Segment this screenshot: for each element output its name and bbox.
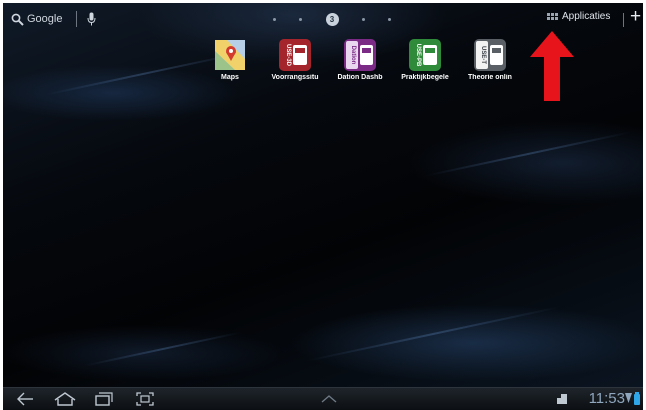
screenshot-icon[interactable]: [136, 392, 154, 406]
page-dot[interactable]: [388, 17, 391, 21]
page-dot-active[interactable]: 3: [325, 12, 339, 26]
search-icon: [11, 13, 24, 26]
wallpaper-streak: [305, 305, 561, 363]
shortcut-maps[interactable]: Maps: [200, 39, 260, 81]
voice-search-button[interactable]: [87, 12, 99, 26]
shortcut-voorrangssituaties[interactable]: USE-3D Voorrangssitu: [265, 39, 325, 81]
wifi-signal-icon: [625, 393, 632, 403]
home-screen: Google 3 Applicaties + Maps USE-3D Voorr…: [3, 3, 643, 387]
back-icon[interactable]: [16, 392, 34, 406]
battery-icon: [634, 392, 640, 405]
svg-text:USE-PB: USE-PB: [415, 44, 421, 67]
arrow-shape: [530, 31, 574, 101]
all-apps-label: Applicaties: [562, 11, 611, 22]
red-arrow-annotation: [530, 31, 574, 101]
top-bar-divider: [623, 13, 624, 27]
add-widget-button[interactable]: +: [630, 7, 641, 27]
shortcut-label: Voorrangssitu: [271, 74, 319, 81]
svg-text:USE-3D: USE-3D: [285, 44, 291, 67]
page-dot[interactable]: [361, 17, 365, 21]
svg-text:Dation: Dation: [350, 46, 356, 65]
maps-icon: [213, 39, 247, 71]
page-dot[interactable]: [299, 17, 303, 21]
shortcut-dation-dashboard[interactable]: Dation Dation Dashb: [330, 39, 390, 81]
recent-apps-icon[interactable]: [95, 392, 113, 406]
shortcut-label: Maps: [221, 74, 239, 81]
shortcut-theorie-online[interactable]: USE-T Theorie onlin: [460, 39, 520, 81]
use-t-app-icon: USE-T: [473, 39, 507, 71]
system-navigation-bar: 11:53: [3, 387, 643, 410]
shortcut-label: Theorie onlin: [468, 74, 512, 81]
home-icon[interactable]: [54, 392, 76, 406]
status-clock[interactable]: 11:53: [589, 390, 625, 407]
shortcut-praktijkbegeleiding[interactable]: USE-PB Praktijkbegele: [395, 39, 455, 81]
google-search-bar[interactable]: Google: [11, 9, 99, 29]
wallpaper-streak: [425, 131, 631, 177]
app-grid-icon: [547, 13, 558, 20]
chevron-up-icon[interactable]: [321, 395, 337, 403]
use-pb-app-icon: USE-PB: [408, 39, 442, 71]
search-divider: [76, 11, 78, 27]
svg-text:USE-T: USE-T: [480, 46, 486, 64]
all-apps-button[interactable]: Applicaties: [547, 11, 610, 22]
shortcut-label: Praktijkbegele: [401, 74, 449, 81]
page-indicator[interactable]: 3: [273, 12, 391, 26]
notification-icon[interactable]: [557, 394, 567, 404]
shortcut-label: Dation Dashb: [337, 74, 383, 81]
dation-app-icon: Dation: [343, 39, 377, 71]
search-label: Google: [27, 13, 63, 25]
use-3d-app-icon: USE-3D: [278, 39, 312, 71]
microphone-icon: [87, 12, 96, 26]
wallpaper-streak: [84, 331, 242, 367]
page-dot[interactable]: [273, 17, 276, 21]
